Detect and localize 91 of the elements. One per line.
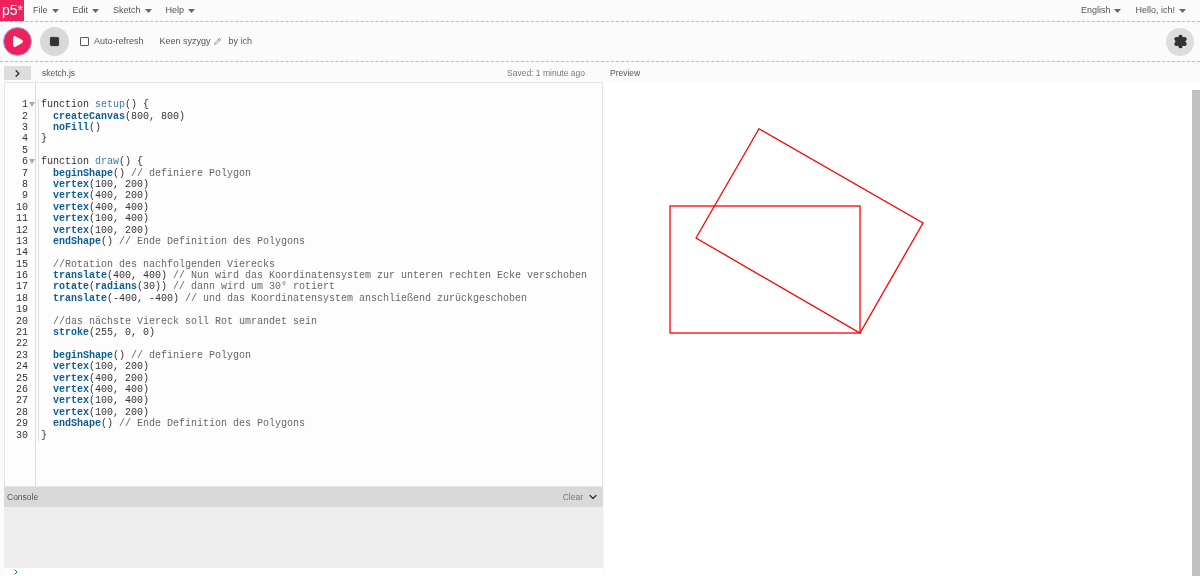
menu-item[interactable]: Hello, ich! [1135, 3, 1186, 18]
code-line: } [41, 428, 47, 443]
chevron-right-icon [12, 67, 23, 79]
line-number: 17 [16, 280, 28, 294]
code-line: createCanvas(800, 800) [52, 109, 186, 122]
code-line: endShape() // Ende Definition des Polygons [52, 417, 306, 432]
code-line: noFill() [52, 121, 102, 135]
code-line: translate(-400, -400) // und das Koordinatensystem anschließend zurückgeschoben [52, 291, 528, 306]
line-number: 29 [16, 417, 28, 431]
menu-item[interactable]: Sketch [113, 3, 152, 18]
caret-icon [1114, 8, 1122, 13]
code-line: vertex(100, 200) [52, 178, 150, 191]
line-number: 28 [16, 405, 28, 419]
sketch-name[interactable]: Keen syzygy [159, 34, 221, 49]
expand-sidebar-button[interactable] [4, 66, 31, 80]
line-number: 14 [16, 246, 28, 260]
code-line: vertex(400, 400) [52, 200, 150, 213]
code-line: beginShape() // definiere Polygon [52, 166, 252, 179]
code-line: rotate(radians(30)) // dann wird um 30° rotiert [52, 281, 336, 293]
caret-icon [1179, 8, 1186, 13]
code-editor[interactable] [4, 82, 603, 487]
code-line: vertex(100, 400) [52, 212, 150, 225]
settings-icon [1172, 34, 1188, 49]
code-line: stroke(255, 0, 0) [52, 326, 156, 340]
line-number: 5 [22, 143, 28, 157]
line-number: 21 [16, 326, 28, 339]
line-number: 3 [22, 121, 28, 134]
fold-arrow-icon[interactable] [29, 102, 35, 108]
fold-arrow-icon[interactable] [29, 159, 35, 165]
code-line: vertex(100, 400) [52, 395, 150, 407]
line-number: 15 [16, 257, 28, 271]
line-number: 24 [16, 360, 28, 374]
line-number: 18 [16, 291, 28, 305]
line-number: 7 [22, 166, 28, 180]
line-number: 6 [22, 155, 28, 169]
code-line: //Rotation des nachfolgenden Vierecks [52, 257, 276, 270]
line-number: 30 [16, 428, 28, 443]
code-line: } [41, 132, 47, 147]
line-number: 2 [22, 109, 28, 123]
line-number: 26 [16, 382, 28, 396]
code-line: vertex(100, 200) [52, 405, 150, 418]
logo[interactable]: p5* [0, 0, 24, 21]
author-label: by ich [228, 34, 253, 48]
caret-icon [144, 8, 152, 13]
play-icon [11, 35, 24, 48]
save-status: Saved: 1 minute ago [507, 66, 585, 80]
menu-item[interactable]: English [1080, 3, 1122, 18]
code-line: function setup() { [41, 98, 150, 111]
line-number: 10 [16, 200, 28, 214]
line-number: 19 [16, 303, 28, 317]
line-number: 4 [22, 132, 28, 146]
caret-icon [51, 8, 59, 13]
code-line: vertex(400, 200) [52, 371, 150, 384]
line-number: 23 [16, 348, 28, 362]
preview-title: Preview [610, 66, 641, 80]
line-number: 11 [16, 212, 28, 226]
auto-refresh-checkbox[interactable] [80, 37, 89, 46]
line-number: 20 [16, 314, 28, 328]
code-line: function draw() { [41, 155, 144, 168]
line-number: 8 [22, 177, 28, 191]
play-button[interactable] [3, 27, 32, 56]
prompt-icon [12, 568, 20, 576]
console-title: Console [7, 490, 39, 504]
code-line: endShape() // Ende Definition des Polygons [52, 235, 306, 249]
menu-item[interactable]: Help [165, 3, 196, 18]
settings-button[interactable] [1166, 27, 1194, 56]
code-line: beginShape() // definiere Polygon [52, 348, 252, 361]
menu-item[interactable]: File [33, 3, 59, 18]
pencil-icon [213, 38, 221, 45]
line-number: 27 [16, 394, 28, 408]
line-number: 9 [22, 189, 28, 203]
code-line: vertex(100, 200) [52, 360, 150, 373]
stop-icon [49, 36, 60, 47]
scrollbar[interactable] [1192, 82, 1200, 576]
caret-icon [188, 8, 196, 13]
stop-button[interactable] [40, 27, 69, 56]
caret-icon [92, 8, 100, 13]
line-number: 1 [22, 98, 28, 112]
code-line: vertex(100, 200) [52, 223, 150, 236]
line-number: 25 [16, 371, 28, 385]
code-line: //das nächste Viereck soll Rot umrandet sein [52, 314, 318, 327]
line-number: 12 [16, 223, 28, 237]
menu-item[interactable]: Edit [72, 3, 100, 18]
code-line: vertex(400, 400) [52, 383, 150, 396]
line-number: 13 [16, 234, 28, 248]
checkbox-label: Auto-refresh [94, 34, 144, 48]
line-number: 22 [16, 337, 28, 351]
line-number: 16 [16, 269, 28, 282]
code-line: vertex(400, 200) [52, 190, 150, 202]
file-tab[interactable]: sketch.js [42, 66, 76, 80]
code-line: translate(400, 400) // Nun wird das Koordinatensystem zur unteren rechten Ecke verschoben [52, 269, 588, 282]
